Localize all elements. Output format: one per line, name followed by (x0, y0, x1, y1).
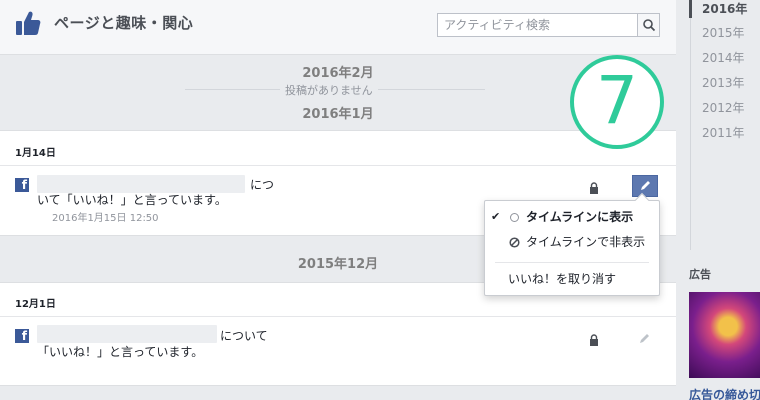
search-input[interactable] (438, 14, 637, 36)
no-posts-label: 投稿がありません (280, 82, 378, 98)
card-divider (0, 165, 676, 166)
menu-item-show-on-timeline[interactable]: ✔ タイムラインに表示 (485, 206, 659, 228)
pencil-icon (641, 181, 650, 190)
post-text: 「いいね！」と言っています。 (37, 345, 204, 359)
right-rail: 2016年 2015年 2014年 2013年 2012年 2011年 広告 広… (676, 0, 760, 400)
search-button[interactable] (637, 14, 659, 36)
hidden-icon (509, 237, 520, 248)
activity-log-main: ページと趣味・関心 2016年2月 投稿がありません 2016年1月 1月14日… (0, 0, 676, 400)
step-number-badge: 7 (570, 55, 664, 149)
menu-item-label: いいね！を取り消す (508, 272, 617, 286)
post-text: につ (250, 178, 275, 192)
thumbs-up-icon (16, 11, 41, 35)
visibility-dropdown-menu: ✔ タイムラインに表示 タイムラインで非表示 いいね！を取り消す (484, 192, 660, 296)
page-title: ページと趣味・関心 (54, 14, 194, 32)
activity-search[interactable] (437, 13, 660, 37)
edit-button[interactable] (632, 329, 658, 351)
menu-item-label: タイムラインで非表示 (526, 235, 646, 249)
menu-item-hide-from-timeline[interactable]: タイムラインで非表示 (485, 231, 659, 253)
edit-button[interactable] (632, 175, 658, 197)
timeline-line (690, 0, 691, 250)
page-name-redacted[interactable] (37, 325, 217, 343)
menu-item-label: タイムラインに表示 (526, 210, 634, 224)
circle-icon (510, 213, 519, 222)
lock-icon (590, 334, 598, 346)
year-link-2011[interactable]: 2011年 (702, 124, 745, 141)
lock-icon (590, 182, 598, 194)
card-date: 12月1日 (15, 299, 56, 310)
facebook-icon: f (15, 329, 29, 343)
page-header: ページと趣味・関心 (0, 0, 676, 55)
ad-title[interactable]: 広告の締め切り (689, 386, 760, 400)
facebook-icon: f (15, 178, 29, 192)
card-divider (0, 316, 676, 317)
checkmark-icon: ✔ (491, 210, 501, 223)
activity-card: 12月1日 f について 「いいね！」と言っています。 (0, 282, 676, 386)
ads-heading: 広告 (689, 268, 711, 281)
post-text: について (220, 329, 268, 343)
year-link-2012[interactable]: 2012年 (702, 99, 745, 116)
pencil-icon (640, 334, 649, 343)
year-link-2013[interactable]: 2013年 (702, 74, 745, 91)
month-heading: 2016年2月 (302, 66, 374, 81)
post-text: いて「いいね！」と言っています。 (37, 193, 227, 207)
menu-divider (495, 262, 649, 263)
search-icon (643, 19, 656, 32)
year-link-2015[interactable]: 2015年 (702, 24, 745, 41)
page-name-redacted[interactable] (37, 175, 245, 193)
menu-item-unlike[interactable]: いいね！を取り消す (485, 268, 659, 290)
year-link-2016[interactable]: 2016年 (702, 0, 747, 17)
ad-image[interactable] (689, 292, 760, 378)
active-year-indicator (689, 0, 692, 18)
post-timestamp[interactable]: 2016年1月15日 12:50 (52, 209, 159, 224)
year-link-2014[interactable]: 2014年 (702, 49, 745, 66)
card-date: 1月14日 (15, 148, 56, 159)
